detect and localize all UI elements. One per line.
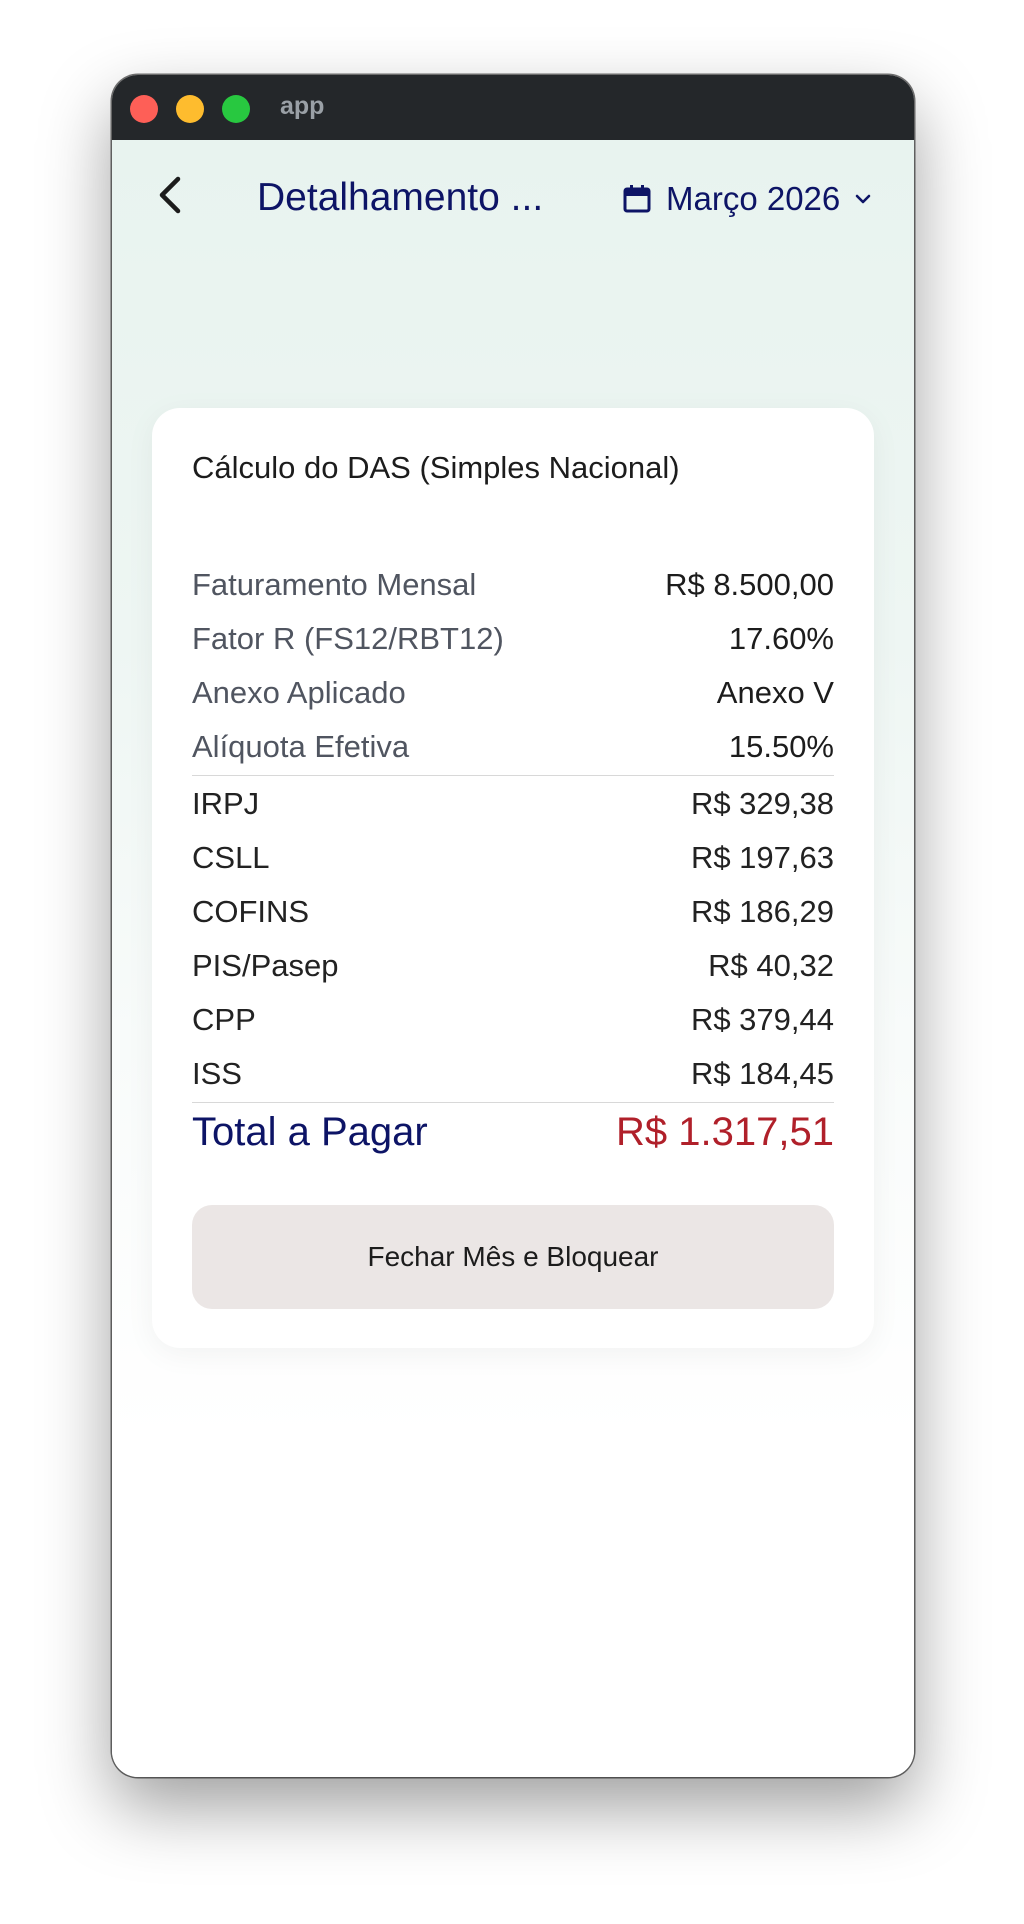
summary-row-annex: Anexo Aplicado Anexo V bbox=[192, 666, 834, 720]
tax-row-cpp: CPP R$ 379,44 bbox=[192, 993, 834, 1047]
close-window-button[interactable] bbox=[130, 95, 158, 123]
tax-value: R$ 184,45 bbox=[690, 1056, 834, 1091]
row-value: 15.50% bbox=[728, 729, 834, 764]
divider bbox=[192, 1102, 834, 1103]
tax-row-csll: CSLL R$ 197,63 bbox=[192, 831, 834, 885]
tax-label: CSLL bbox=[192, 840, 270, 875]
chevron-down-icon bbox=[855, 194, 871, 204]
total-value: R$ 1.317,51 bbox=[616, 1109, 834, 1154]
tax-label: PIS/Pasep bbox=[192, 948, 339, 983]
tax-row-pis-pasep: PIS/Pasep R$ 40,32 bbox=[192, 939, 834, 993]
card-title: Cálculo do DAS (Simples Nacional) bbox=[192, 450, 680, 485]
divider bbox=[192, 775, 834, 776]
tax-value: R$ 197,63 bbox=[690, 840, 834, 875]
row-label: Anexo Aplicado bbox=[192, 675, 406, 710]
row-value: 17.60% bbox=[728, 621, 834, 656]
tax-label: COFINS bbox=[192, 894, 310, 929]
maximize-window-button[interactable] bbox=[222, 95, 250, 123]
summary-row-monthly-revenue: Faturamento Mensal R$ 8.500,00 bbox=[192, 558, 834, 612]
tax-label: IRPJ bbox=[192, 786, 260, 821]
tax-value: R$ 186,29 bbox=[690, 894, 834, 929]
summary-row-factor-r: Fator R (FS12/RBT12) 17.60% bbox=[192, 612, 834, 666]
tax-label: CPP bbox=[192, 1002, 256, 1037]
calendar-icon bbox=[623, 185, 651, 213]
total-row: Total a Pagar R$ 1.317,51 bbox=[192, 1104, 834, 1160]
das-calculation-card: Cálculo do DAS (Simples Nacional) Fatura… bbox=[152, 408, 874, 1348]
row-label: Faturamento Mensal bbox=[192, 567, 477, 602]
tax-label: ISS bbox=[192, 1056, 242, 1091]
app-content: Detalhamento ... Março 2026 Cálculo do D… bbox=[112, 140, 914, 1777]
app-window: app Detalhamento ... Março 2026 Cálculo … bbox=[112, 75, 914, 1777]
page-title: Detalhamento ... bbox=[257, 176, 544, 219]
close-month-lock-button[interactable]: Fechar Mês e Bloquear bbox=[192, 1205, 834, 1309]
tax-row-iss: ISS R$ 184,45 bbox=[192, 1047, 834, 1101]
tax-value: R$ 379,44 bbox=[690, 1002, 834, 1037]
window-title: app bbox=[280, 92, 325, 120]
minimize-window-button[interactable] bbox=[176, 95, 204, 123]
row-label: Fator R (FS12/RBT12) bbox=[192, 621, 504, 656]
summary-row-effective-rate: Alíquota Efetiva 15.50% bbox=[192, 720, 834, 774]
tax-value: R$ 40,32 bbox=[708, 948, 834, 983]
row-value: Anexo V bbox=[716, 675, 834, 710]
calculation-rows: Faturamento Mensal R$ 8.500,00 Fator R (… bbox=[192, 558, 834, 1160]
month-label: Março 2026 bbox=[666, 180, 841, 217]
month-selector[interactable]: Março 2026 bbox=[622, 174, 872, 224]
total-label: Total a Pagar bbox=[192, 1109, 428, 1154]
chevron-left-icon bbox=[159, 176, 181, 214]
tax-value: R$ 329,38 bbox=[690, 786, 834, 821]
row-label: Alíquota Efetiva bbox=[192, 729, 410, 764]
row-value: R$ 8.500,00 bbox=[665, 567, 834, 602]
tax-row-cofins: COFINS R$ 186,29 bbox=[192, 885, 834, 939]
title-bar: app bbox=[112, 75, 914, 140]
tax-row-irpj: IRPJ R$ 329,38 bbox=[192, 777, 834, 831]
back-button[interactable] bbox=[147, 170, 197, 220]
